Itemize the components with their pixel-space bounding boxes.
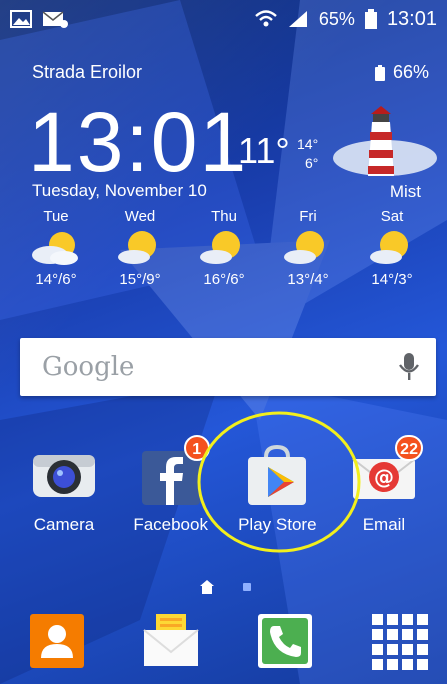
forecast-day: Sat 14°/3° [350, 208, 434, 288]
apps-grid-icon[interactable] [370, 612, 428, 670]
current-temperature: 11° [238, 130, 290, 171]
highlight-circle [197, 411, 361, 553]
mic-icon[interactable] [398, 352, 420, 382]
notification-badge: 22 [395, 435, 423, 461]
partly-cloudy-icon [196, 229, 252, 269]
status-time: 13:01 [386, 7, 437, 30]
camera-icon [31, 445, 97, 507]
contacts-icon[interactable] [28, 612, 86, 670]
home-page-icon[interactable] [200, 580, 214, 594]
forecast-range: 13°/4° [287, 271, 329, 288]
forecast-day: Tue 14°/6° [14, 208, 98, 288]
forecast-range: 15°/9° [119, 271, 161, 288]
battery-widget-icon [374, 64, 385, 81]
email-icon [42, 11, 68, 28]
dock [28, 612, 428, 670]
forecast-day-name: Sat [380, 208, 404, 225]
date-label: Tuesday, November 10 [32, 181, 207, 200]
battery-widget-percent: 66% [392, 62, 429, 82]
forecast-day: Wed 15°/9° [98, 208, 182, 288]
facebook-icon: 1 [138, 435, 210, 507]
today-high: 14° [297, 136, 319, 152]
partly-cloudy-icon [364, 229, 420, 269]
image-icon [10, 10, 32, 28]
forecast-range: 14°/3° [371, 271, 413, 288]
forecast-day-name: Thu [211, 208, 237, 225]
forecast-range: 14°/6° [35, 271, 77, 288]
google-search-bar[interactable]: Google [20, 338, 436, 396]
wifi-icon [255, 10, 277, 27]
status-bar: 65% 13:01 [0, 0, 447, 38]
app-camera[interactable]: Camera [14, 445, 114, 535]
forecast-day-name: Wed [124, 208, 156, 225]
messages-icon[interactable] [142, 612, 200, 670]
forecast-range: 16°/6° [203, 271, 245, 288]
forecast-day-name: Fri [299, 208, 317, 225]
page-indicator[interactable] [200, 580, 252, 594]
forecast-day-name: Tue [43, 208, 69, 225]
today-low: 6° [305, 155, 319, 171]
partly-cloudy-icon [28, 229, 84, 269]
weather-location: Strada Eroilor [32, 62, 143, 82]
google-logo: Google [42, 352, 135, 382]
lighthouse-icon [333, 106, 437, 176]
clock-time[interactable]: 13:01 [28, 100, 248, 184]
forecast-row: Tue 14°/6° Wed 15°/9° Thu 16°/6° Fri 13°… [14, 208, 434, 288]
signal-icon [288, 11, 307, 27]
battery-icon [364, 9, 377, 29]
app-label: Camera [33, 515, 95, 534]
forecast-day: Thu 16°/6° [182, 208, 266, 288]
forecast-day: Fri 13°/4° [266, 208, 350, 288]
status-battery-percent: 65% [318, 8, 355, 29]
partly-cloudy-icon [280, 229, 336, 269]
phone-icon[interactable] [256, 612, 314, 670]
svg-text:@: @ [374, 465, 394, 489]
battery-widget: 66% [374, 62, 429, 83]
page-dot[interactable] [242, 582, 252, 592]
weather-condition: Mist [389, 182, 421, 201]
partly-cloudy-icon [112, 229, 168, 269]
